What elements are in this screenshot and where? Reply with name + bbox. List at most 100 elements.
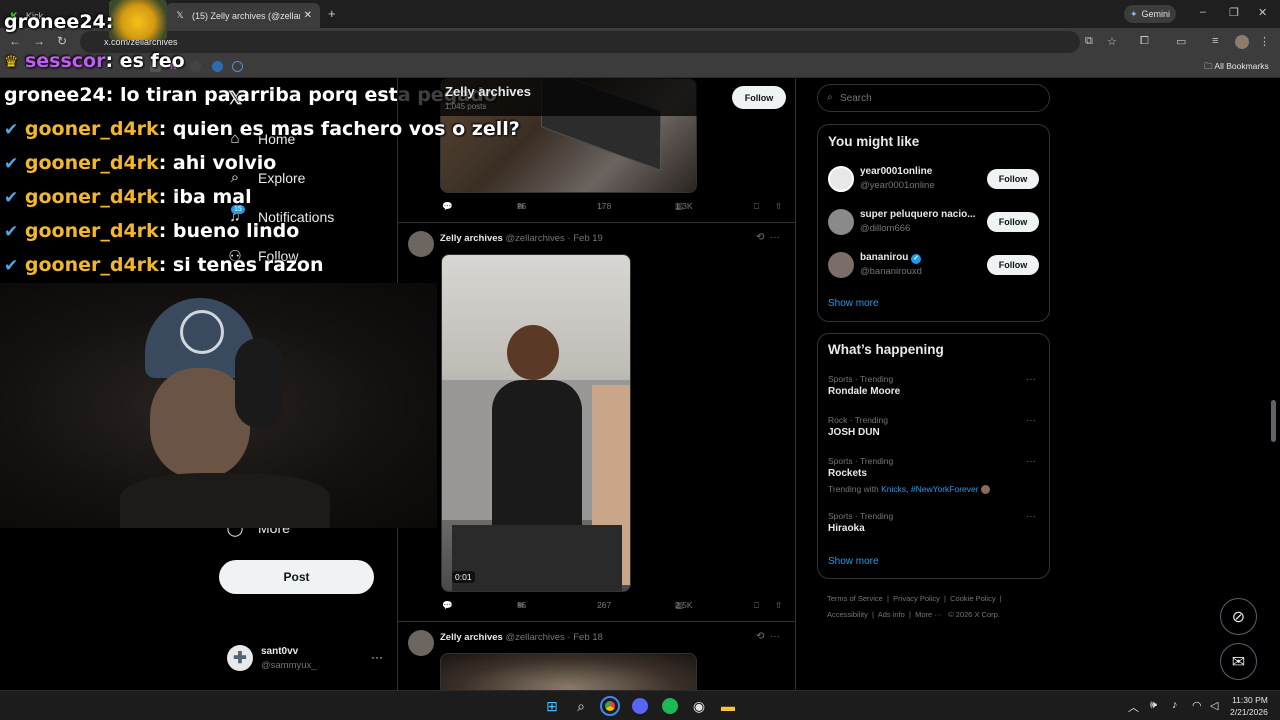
post-video[interactable]: 0:01 — [441, 254, 631, 592]
extensions-icon[interactable]: ⧠ — [1140, 35, 1149, 48]
show-more-link[interactable]: Show more — [828, 298, 879, 309]
restore-icon[interactable]: ❐ — [1229, 6, 1239, 19]
wifi-icon[interactable]: ◠ — [1192, 699, 1202, 712]
obs-icon[interactable]: ◉ — [689, 696, 709, 716]
windows-start-icon[interactable]: ⊞ — [542, 696, 562, 716]
tab-x[interactable]: 𝕏 (15) Zelly archives (@zellarchives ✕ — [166, 3, 320, 28]
footer-link[interactable]: Cookie Policy — [950, 594, 995, 603]
footer-link[interactable]: Accessibility — [827, 610, 868, 619]
media-icon[interactable]: ≡ — [1212, 35, 1218, 47]
discord-icon[interactable] — [630, 696, 650, 716]
search-input[interactable]: ⌕ Search — [817, 84, 1050, 112]
more-icon[interactable]: ··· — [770, 232, 780, 243]
post-date[interactable]: Feb 18 — [573, 632, 603, 643]
footer-link[interactable]: Ads info — [878, 610, 905, 619]
follow-button[interactable]: Follow — [987, 212, 1039, 232]
trend-name[interactable]: JOSH DUN — [828, 427, 880, 438]
post-date[interactable]: Feb 19 — [573, 233, 603, 244]
side-panel-icon[interactable]: ▭ — [1176, 35, 1186, 48]
profile-avatar[interactable] — [1235, 35, 1249, 49]
tray-chevron-icon[interactable]: ︿ — [1128, 699, 1139, 715]
post-avatar[interactable] — [408, 630, 434, 656]
trend-context-links[interactable]: Knicks, #NewYorkForever — [881, 484, 978, 494]
user-name[interactable]: year0001online — [860, 166, 932, 177]
bookmark-star-icon[interactable]: ☆ — [1107, 35, 1117, 48]
follow-button[interactable]: Follow — [987, 169, 1039, 189]
reload-icon[interactable]: ↻ — [57, 34, 67, 48]
avatar-dot-icon — [980, 485, 990, 495]
trend-name[interactable]: Rockets — [828, 468, 867, 479]
reply-icon[interactable]: 💬 — [442, 201, 453, 212]
reply-icon[interactable]: 💬 — [442, 600, 453, 611]
back-icon[interactable]: ← — [9, 34, 21, 48]
volume-icon[interactable]: ◁ — [1210, 699, 1218, 712]
system-clock[interactable]: 11:30 PM 2/21/2026 — [1230, 694, 1268, 718]
all-bookmarks[interactable]: 🗀 All Bookmarks — [1204, 61, 1269, 75]
post-handle[interactable]: @zellarchives — [506, 632, 565, 643]
bookmark-icon[interactable] — [232, 61, 243, 72]
forward-icon[interactable]: → — [33, 34, 45, 48]
search-icon: ⌕ — [827, 92, 833, 103]
follow-button[interactable]: Follow — [987, 255, 1039, 275]
footer-link[interactable]: Privacy Policy — [893, 594, 940, 603]
bookmark-icon[interactable]: ⎕ — [754, 201, 759, 212]
account-avatar[interactable]: ✚ — [227, 645, 253, 671]
close-window-icon[interactable]: ✕ — [1258, 6, 1267, 19]
follow-button[interactable]: Follow — [732, 86, 786, 109]
user-avatar[interactable] — [828, 252, 854, 278]
user-name[interactable]: super peluquero nacio... — [860, 209, 976, 220]
footer-link[interactable]: More ··· — [915, 610, 942, 619]
more-icon[interactable]: ··· — [770, 631, 780, 642]
all-bookmarks-label: All Bookmarks — [1214, 61, 1269, 71]
user-avatar[interactable] — [828, 166, 854, 192]
address-bar[interactable]: x.com/zellarchives — [80, 31, 1080, 53]
chat-text: : bueno lindo — [158, 220, 300, 242]
share-icon[interactable]: ⇧ — [775, 600, 782, 611]
chrome-icon[interactable] — [600, 696, 620, 716]
share-icon[interactable]: ⇧ — [775, 201, 782, 212]
messages-icon[interactable]: ✉ — [1220, 643, 1257, 680]
page-scrollbar[interactable] — [1271, 400, 1276, 442]
more-icon[interactable]: ··· — [1026, 374, 1036, 385]
more-icon[interactable]: ··· — [1026, 511, 1036, 522]
trend-name[interactable]: Rondale Moore — [828, 386, 900, 397]
user-name-row[interactable]: bananirou ✓ — [860, 252, 922, 264]
bookmark-icon[interactable]: ⎕ — [754, 600, 759, 611]
post-button[interactable]: Post — [219, 560, 374, 594]
show-more-link[interactable]: Show more — [828, 556, 879, 567]
microphone-icon[interactable]: ♪ — [1172, 699, 1178, 711]
file-explorer-icon[interactable]: ▬ — [718, 696, 738, 716]
gemini-button[interactable]: ✦ Gemini — [1124, 5, 1176, 23]
user-avatar[interactable] — [828, 209, 854, 235]
account-name[interactable]: sant0vv — [261, 646, 298, 657]
like-count: 178 — [597, 201, 612, 211]
post-avatar[interactable] — [408, 231, 434, 257]
chat-text: : es feo — [105, 50, 185, 72]
post-media[interactable] — [440, 653, 697, 690]
footer-link[interactable]: Terms of Service — [827, 594, 883, 603]
chat-message: ✔ gooner_d4rk: si tenes razon — [4, 254, 324, 276]
new-tab-icon[interactable]: + — [328, 6, 336, 21]
spotify-icon[interactable] — [660, 696, 680, 716]
more-icon[interactable]: ··· — [1026, 415, 1036, 426]
chat-message: ✔ gooner_d4rk: iba mal — [4, 186, 252, 208]
more-icon[interactable]: ··· — [1026, 456, 1036, 467]
person-head-shape — [507, 325, 559, 380]
trend-name[interactable]: Hiraoka — [828, 523, 865, 534]
minimize-icon[interactable]: – — [1200, 6, 1206, 18]
grok-icon[interactable]: ⊘ — [1220, 598, 1257, 635]
speaker-icon[interactable]: 🕪 — [1150, 699, 1157, 712]
grok-icon[interactable]: ⟲ — [756, 631, 764, 642]
close-tab-icon[interactable]: ✕ — [304, 10, 312, 21]
menu-kebab-icon[interactable]: ⋮ — [1259, 35, 1270, 48]
bookmark-icon[interactable] — [190, 61, 201, 72]
post-author[interactable]: Zelly archives — [440, 632, 503, 643]
post-handle[interactable]: @zellarchives — [506, 233, 565, 244]
search-icon[interactable]: ⌕ — [571, 696, 591, 716]
grok-icon[interactable]: ⟲ — [756, 232, 764, 243]
post-author[interactable]: Zelly archives — [440, 233, 503, 244]
chat-user: gooner_d4rk — [24, 186, 159, 208]
account-menu-icon[interactable]: ··· — [371, 650, 383, 664]
bookmark-icon[interactable] — [212, 61, 223, 72]
screenshot-icon[interactable]: ⧉ — [1085, 35, 1093, 48]
